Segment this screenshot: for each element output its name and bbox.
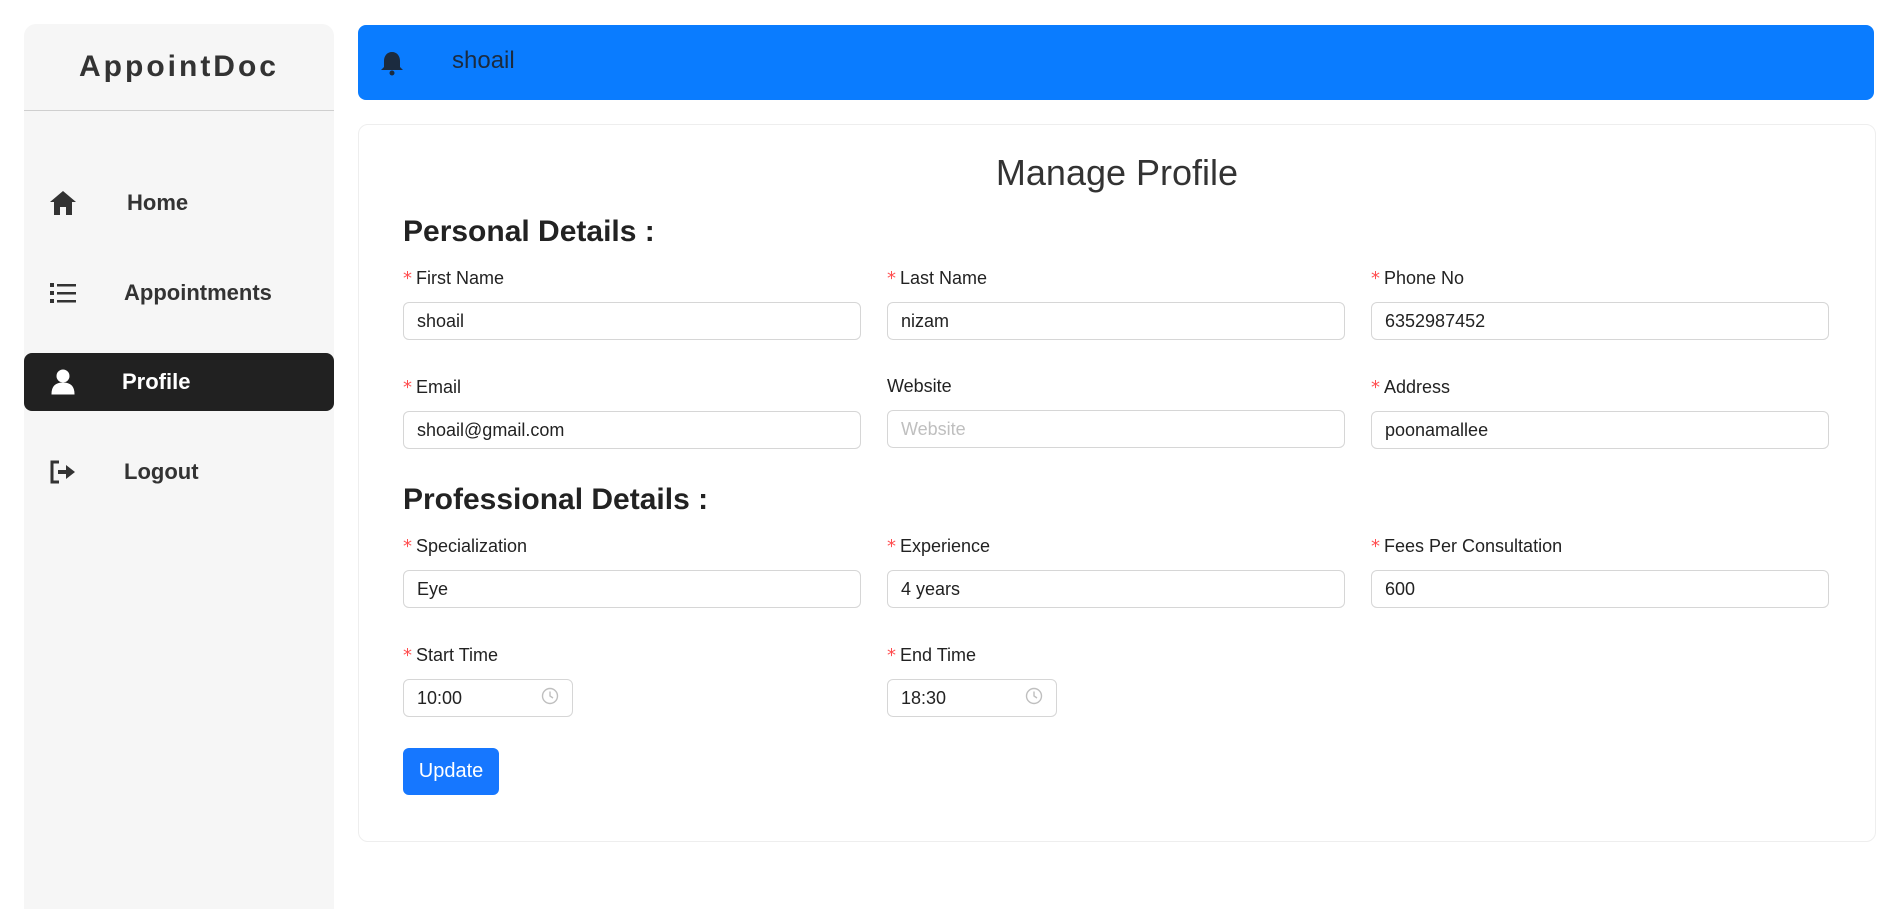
- update-button[interactable]: Update: [403, 748, 499, 795]
- brand-logo: AppointDoc: [24, 24, 334, 111]
- email-label: * Email: [403, 377, 462, 398]
- address-label: * Address: [1371, 377, 1451, 398]
- first-name-input[interactable]: [403, 302, 861, 340]
- start-time-picker[interactable]: 10:00: [403, 679, 573, 717]
- email-input[interactable]: [403, 411, 861, 449]
- start-time-label: * Start Time: [403, 645, 499, 666]
- last-name-input[interactable]: [887, 302, 1345, 340]
- last-name-label: * Last Name: [887, 268, 988, 289]
- user-icon: [48, 367, 78, 397]
- address-field: * Address: [1371, 377, 1829, 449]
- sidebar: AppointDoc Home Appointments Profile Log…: [24, 24, 334, 909]
- phone-field: * Phone No: [1371, 268, 1829, 340]
- first-name-field: * First Name: [403, 268, 861, 340]
- top-header: shoail: [358, 25, 1874, 100]
- experience-label: * Experience: [887, 536, 991, 557]
- experience-input[interactable]: [887, 570, 1345, 608]
- last-name-field: * Last Name: [887, 268, 1345, 340]
- website-input[interactable]: [887, 410, 1345, 448]
- email-field: * Email: [403, 377, 861, 449]
- specialization-label: * Specialization: [403, 536, 528, 557]
- sidebar-item-label: Profile: [122, 369, 191, 394]
- start-time-field: * Start Time 10:00: [403, 645, 861, 717]
- specialization-field: * Specialization: [403, 536, 861, 608]
- sidebar-item-logout[interactable]: Logout: [24, 443, 334, 501]
- fees-label: * Fees Per Consultation: [1371, 536, 1563, 557]
- phone-input[interactable]: [1371, 302, 1829, 340]
- logout-icon: [48, 457, 78, 487]
- end-time-field: * End Time 18:30: [887, 645, 1345, 717]
- sidebar-item-home[interactable]: Home: [24, 174, 334, 232]
- profile-card: Manage Profile Personal Details : * First…: [358, 124, 1876, 842]
- start-time-value: 10:00: [417, 687, 463, 708]
- experience-field: * Experience: [887, 536, 1345, 608]
- website-field: Website: [887, 376, 1345, 448]
- website-label: Website: [887, 376, 952, 396]
- page-title: Manage Profile: [995, 152, 1239, 193]
- personal-details-heading: Personal Details :: [403, 215, 655, 248]
- username-label: shoail: [452, 47, 515, 74]
- list-icon: [48, 278, 78, 308]
- fees-input[interactable]: [1371, 570, 1829, 608]
- professional-details-heading: Professional Details :: [403, 483, 709, 516]
- sidebar-item-profile[interactable]: Profile: [24, 353, 334, 411]
- end-time-value: 18:30: [901, 687, 947, 708]
- specialization-input[interactable]: [403, 570, 861, 608]
- sidebar-item-label: Logout: [124, 459, 199, 484]
- end-time-label: * End Time: [887, 645, 977, 666]
- end-time-picker[interactable]: 18:30: [887, 679, 1057, 717]
- first-name-label: * First Name: [403, 268, 505, 289]
- sidebar-item-label: Appointments: [124, 280, 272, 305]
- clock-icon: [541, 687, 559, 710]
- phone-label: * Phone No: [1371, 268, 1465, 289]
- sidebar-item-appointments[interactable]: Appointments: [24, 264, 334, 322]
- sidebar-item-label: Home: [127, 190, 189, 215]
- fees-field: * Fees Per Consultation: [1371, 536, 1829, 608]
- home-icon: [48, 188, 78, 218]
- clock-icon: [1025, 687, 1043, 710]
- address-input[interactable]: [1371, 411, 1829, 449]
- bell-icon[interactable]: [380, 50, 406, 76]
